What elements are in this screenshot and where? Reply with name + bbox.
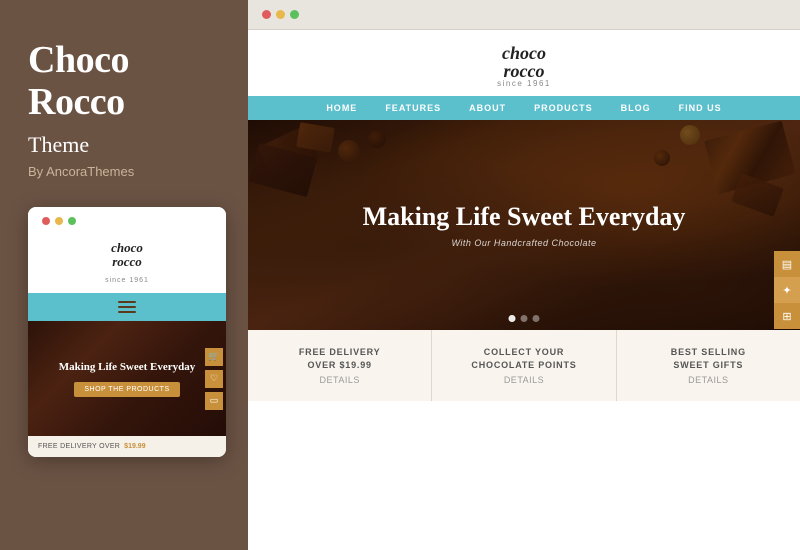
theme-subtitle: Theme — [28, 132, 220, 158]
hamburger-icon[interactable] — [118, 301, 136, 313]
mobile-logo-area: chocorocco since 1961 — [28, 231, 226, 294]
site-navigation: HOME FEATURES ABOUT PRODUCTS BLOG FIND U… — [248, 96, 800, 120]
features-bar: FREE DELIVERYOVER $19.99 Details COLLECT… — [248, 330, 800, 401]
hero-subheadline: With Our Handcrafted Chocolate — [452, 238, 597, 248]
dot-yellow — [55, 217, 63, 225]
mobile-preview-card: chocorocco since 1961 Making Life Sweet … — [28, 207, 226, 458]
float-btn-3[interactable]: ⊞ — [774, 303, 800, 329]
browser-dot-green — [290, 10, 299, 19]
site-logo: chocorocco since 1961 — [497, 44, 551, 88]
dot-red — [42, 217, 50, 225]
mobile-footer-price: $19.99 — [124, 443, 145, 450]
hero-overlay: Making Life Sweet Everyday With Our Hand… — [248, 120, 800, 330]
float-btn-1[interactable]: ▤ — [774, 251, 800, 277]
mobile-floating-icons: 🛒 ♡ ▭ — [202, 321, 226, 436]
mobile-logo: chocorocco — [28, 241, 226, 270]
hero-dot-2[interactable] — [521, 315, 528, 322]
mobile-hero-section: Making Life Sweet Everyday SHOP THE PROD… — [28, 321, 226, 436]
nav-blog[interactable]: BLOG — [607, 96, 665, 120]
feature-points: COLLECT YOURCHOCOLATE POINTS Details — [432, 330, 616, 401]
main-preview-area: chocorocco since 1961 HOME FEATURES ABOU… — [248, 0, 800, 550]
hero-dot-navigation — [509, 315, 540, 322]
site-logo-text: chocorocco — [497, 44, 551, 80]
nav-find-us[interactable]: FIND US — [665, 96, 736, 120]
mobile-heart-icon[interactable]: ♡ — [205, 370, 223, 388]
browser-dot-red — [262, 10, 271, 19]
nav-home[interactable]: HOME — [312, 96, 371, 120]
mobile-cart-icon[interactable]: 🛒 — [205, 348, 223, 366]
mobile-footer-strip: FREE DELIVERY OVER $19.99 — [28, 436, 226, 457]
feature-points-details[interactable]: Details — [442, 375, 605, 385]
browser-chrome — [248, 0, 800, 30]
feature-gifts-title: BEST SELLINGSWEET GIFTS — [627, 346, 790, 371]
feature-delivery-title: FREE DELIVERYOVER $19.99 — [258, 346, 421, 371]
hero-headline: Making Life Sweet Everyday — [363, 202, 686, 232]
feature-gifts: BEST SELLINGSWEET GIFTS Details — [617, 330, 800, 401]
hero-dot-1[interactable] — [509, 315, 516, 322]
float-btn-2[interactable]: ✦ — [774, 277, 800, 303]
mobile-footer-label: FREE DELIVERY OVER — [38, 443, 120, 450]
mobile-nav-bar — [28, 293, 226, 321]
site-header: chocorocco since 1961 — [248, 30, 800, 96]
mobile-hero-overlay: Making Life Sweet Everyday SHOP THE PROD… — [28, 321, 226, 436]
feature-points-title: COLLECT YOURCHOCOLATE POINTS — [442, 346, 605, 371]
mobile-hero-title: Making Life Sweet Everyday — [59, 361, 196, 374]
hamburger-line-1 — [118, 301, 136, 303]
mobile-shop-button[interactable]: SHOP THE PRODUCTS — [74, 382, 179, 397]
site-logo-since: since 1961 — [497, 79, 551, 88]
website-frame: chocorocco since 1961 HOME FEATURES ABOU… — [248, 30, 800, 550]
feature-gifts-details[interactable]: Details — [627, 375, 790, 385]
browser-dot-yellow — [276, 10, 285, 19]
dot-green — [68, 217, 76, 225]
sidebar: Choco Rocco Theme By AncoraThemes chocor… — [0, 0, 248, 550]
feature-delivery: FREE DELIVERYOVER $19.99 Details — [248, 330, 432, 401]
feature-delivery-details[interactable]: Details — [258, 375, 421, 385]
mobile-chrome-bar — [28, 207, 226, 231]
nav-about[interactable]: ABOUT — [455, 96, 520, 120]
author-label: By AncoraThemes — [28, 164, 220, 179]
nav-products[interactable]: PRODUCTS — [520, 96, 607, 120]
hamburger-line-2 — [118, 306, 136, 308]
mobile-user-icon[interactable]: ▭ — [205, 392, 223, 410]
site-hero-section: Making Life Sweet Everyday With Our Hand… — [248, 120, 800, 330]
mobile-logo-since: since 1961 — [105, 277, 149, 284]
hero-dot-3[interactable] — [533, 315, 540, 322]
floating-action-buttons: ▤ ✦ ⊞ — [774, 251, 800, 329]
nav-features[interactable]: FEATURES — [371, 96, 455, 120]
brand-title: Choco Rocco — [28, 40, 220, 124]
hamburger-line-3 — [118, 311, 136, 313]
